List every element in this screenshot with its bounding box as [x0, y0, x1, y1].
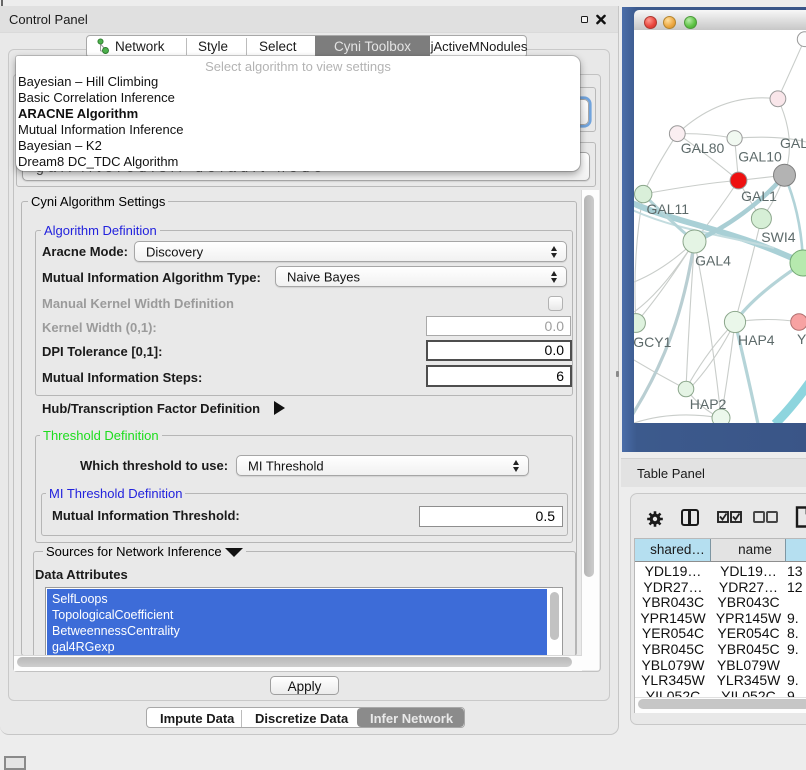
svg-text:GCY1: GCY1	[634, 334, 672, 350]
svg-text:GAL11: GAL11	[647, 201, 690, 217]
svg-text:GAL7: GAL7	[780, 135, 806, 151]
svg-text:GAL4: GAL4	[695, 253, 731, 269]
svg-text:GAL1: GAL1	[741, 188, 777, 204]
svg-text:SWI4: SWI4	[761, 229, 795, 245]
svg-text:HAP2: HAP2	[690, 396, 727, 412]
svg-text:GAL80: GAL80	[681, 140, 725, 156]
svg-text:YJR048W: YJR048W	[797, 331, 806, 347]
svg-text:GAL10: GAL10	[738, 149, 782, 165]
svg-text:HAP4: HAP4	[738, 332, 775, 348]
